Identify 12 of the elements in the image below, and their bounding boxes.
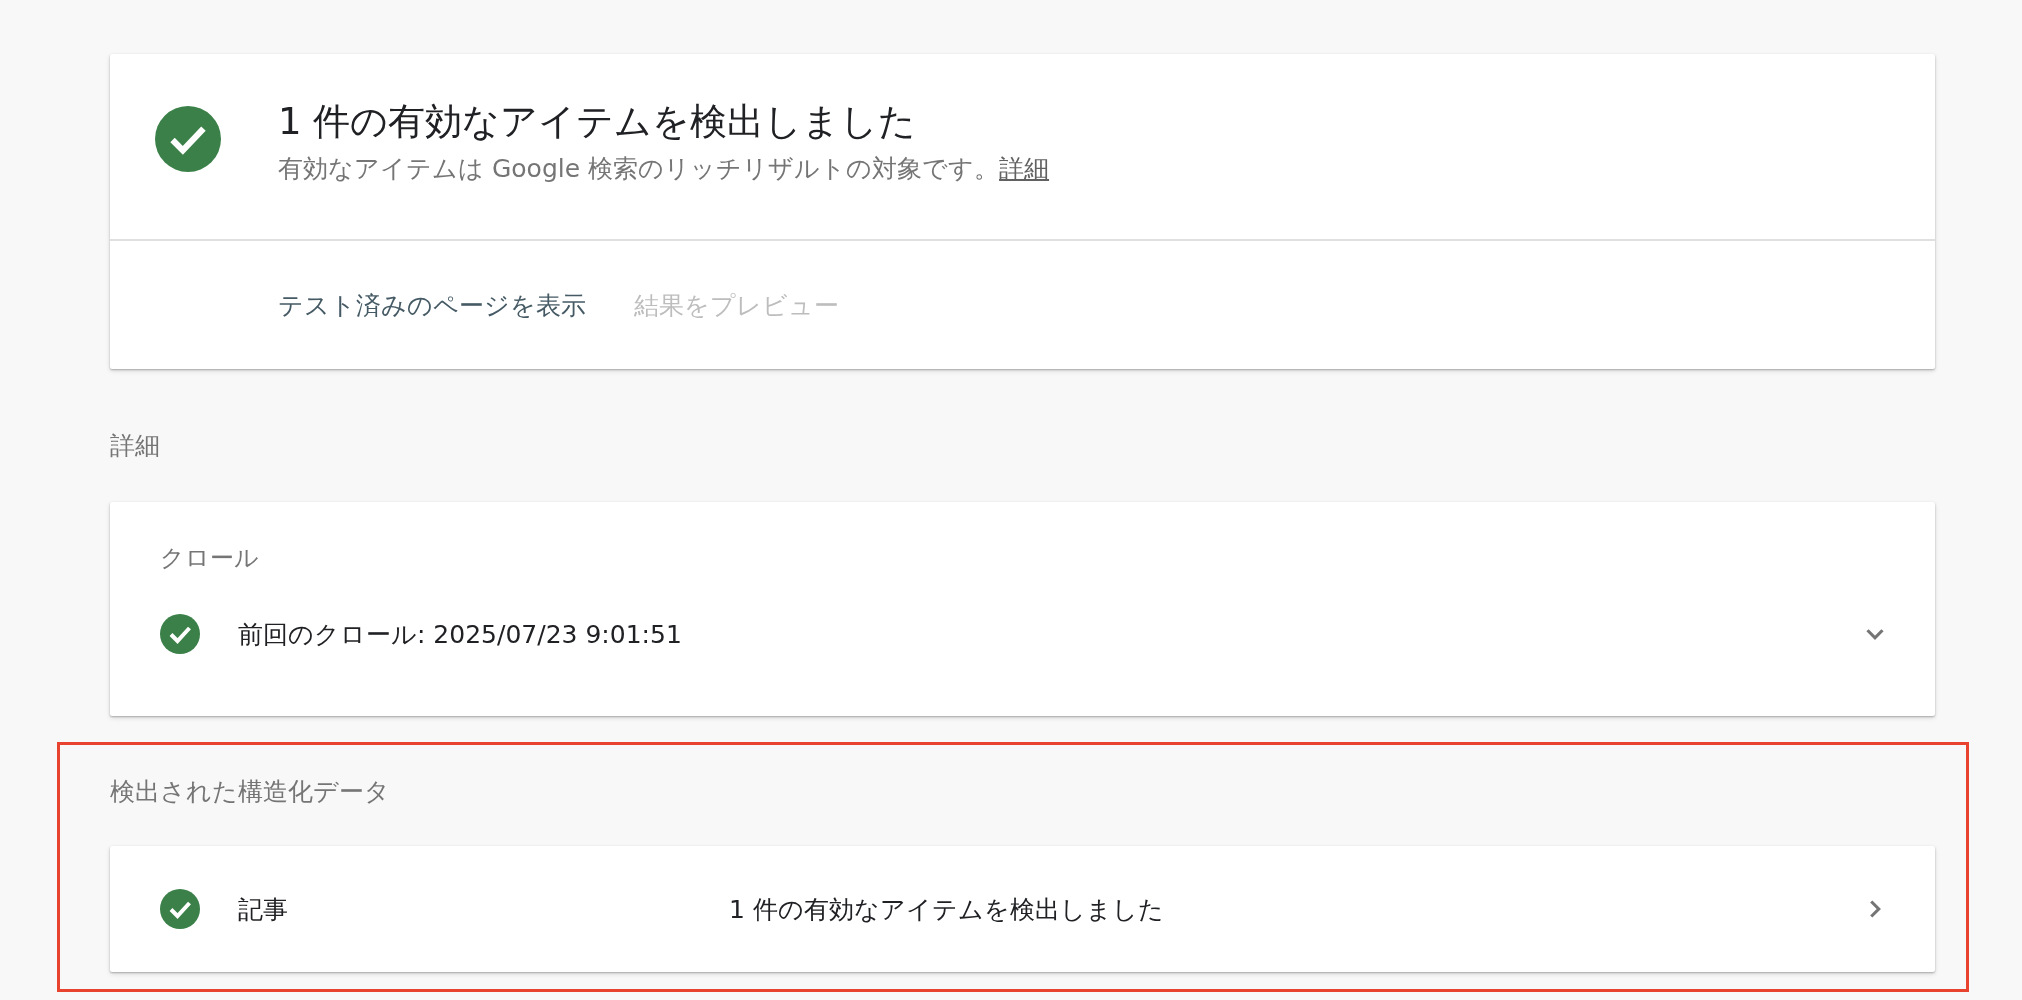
section-heading: 詳細 [110, 430, 161, 462]
card-title: クロール [160, 543, 260, 574]
structured-data-row[interactable]: 記事 1 件の有効なアイテムを検出しました [110, 846, 1935, 972]
crawl-row[interactable]: 前回のクロール: 2025/07/23 9:01:51 [160, 614, 1935, 654]
item-result: 1 件の有効なアイテムを検出しました [729, 893, 1165, 926]
item-type: 記事 [238, 893, 289, 926]
details-link[interactable]: 詳細 [999, 154, 1050, 183]
result-description: 有効なアイテムは Google 検索のリッチリザルトの対象です。 [278, 154, 1000, 183]
section-heading: 検出された構造化データ [110, 776, 391, 808]
view-page-button[interactable]: テスト済みのページを表示 [266, 280, 598, 330]
result-title: 1 件の有効なアイテムを検出しました [278, 99, 918, 145]
last-crawl-text: 前回のクロール: 2025/07/23 9:01:51 [238, 618, 683, 651]
